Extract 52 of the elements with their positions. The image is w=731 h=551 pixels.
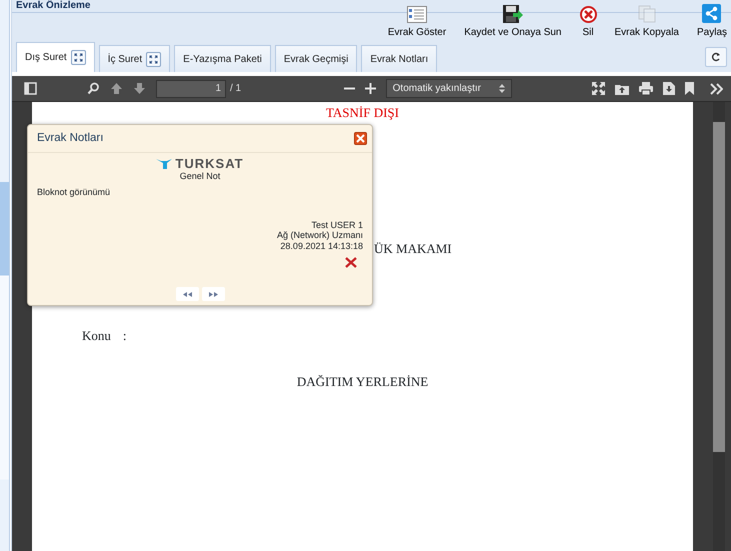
author-role: Ağ (Network) Uzmanı bbox=[276, 230, 363, 241]
page-number-field[interactable]: 1 bbox=[156, 80, 226, 98]
popup-title: Evrak Notları bbox=[37, 130, 104, 146]
expand-icon[interactable] bbox=[146, 52, 162, 66]
subject-label: Konu bbox=[82, 327, 111, 345]
author-name: Test USER 1 bbox=[311, 220, 363, 230]
delete-icon[interactable] bbox=[345, 257, 357, 268]
rewind-icon bbox=[182, 292, 192, 296]
share-icon bbox=[702, 4, 722, 23]
addressee-text: ÜK MAKAMI bbox=[374, 240, 452, 258]
next-note-button[interactable] bbox=[202, 287, 224, 301]
toolbar-button[interactable]: Kaydet ve Onaya Sun bbox=[464, 5, 562, 40]
toolbar-button[interactable]: Paylaş bbox=[696, 4, 727, 40]
tab[interactable]: Evrak Geçmişi bbox=[274, 45, 358, 72]
search-icon[interactable] bbox=[87, 82, 100, 95]
logo-icon bbox=[156, 158, 172, 169]
bookmark-icon[interactable] bbox=[685, 82, 694, 95]
delete-icon bbox=[580, 6, 596, 23]
note-text: Bloknot görünümü bbox=[36, 186, 112, 199]
note-type: Genel Not bbox=[178, 170, 222, 183]
toolbar-button[interactable]: Evrak Göster bbox=[388, 6, 446, 40]
open-file-icon[interactable] bbox=[615, 82, 629, 95]
save-icon bbox=[502, 5, 523, 23]
download-icon[interactable] bbox=[663, 82, 675, 95]
distribution-heading: DAĞITIM YERLERİNE bbox=[296, 372, 428, 390]
next-page-icon[interactable] bbox=[133, 82, 146, 95]
list-icon bbox=[407, 6, 428, 23]
subject-separator: : bbox=[122, 327, 127, 345]
tab[interactable]: İç Suret bbox=[98, 45, 170, 72]
fullscreen-icon[interactable] bbox=[592, 82, 605, 95]
classification-label: TASNİF DIŞI bbox=[326, 104, 399, 122]
sidebar-toggle-icon[interactable] bbox=[24, 82, 37, 95]
more-tools-icon[interactable] bbox=[710, 82, 723, 94]
logo-text: TURKSAT bbox=[175, 157, 244, 170]
toolbar-button[interactable]: Sil bbox=[580, 6, 596, 40]
refresh-icon[interactable] bbox=[705, 47, 727, 67]
tab[interactable]: E-Yazışma Paketi bbox=[174, 45, 271, 72]
page-count: / 1 bbox=[230, 82, 242, 96]
previous-note-button[interactable] bbox=[176, 287, 198, 301]
zoom-in-icon[interactable] bbox=[364, 83, 376, 94]
note-date: 28.09.2021 14:13:18 bbox=[280, 240, 363, 252]
dropdown-arrows-icon bbox=[499, 84, 505, 93]
print-icon[interactable] bbox=[639, 82, 653, 95]
fast-forward-icon bbox=[208, 292, 218, 296]
previous-page-icon[interactable] bbox=[110, 82, 123, 95]
copy-icon bbox=[638, 5, 656, 23]
close-icon[interactable] bbox=[354, 132, 367, 145]
tab[interactable]: Dış Suret bbox=[16, 42, 95, 72]
zoom-select[interactable]: Otomatik yakınlaştır bbox=[386, 79, 512, 98]
expand-icon[interactable] bbox=[70, 50, 86, 65]
tab[interactable]: Evrak Notları bbox=[361, 45, 438, 72]
scrollbar[interactable] bbox=[713, 102, 725, 551]
